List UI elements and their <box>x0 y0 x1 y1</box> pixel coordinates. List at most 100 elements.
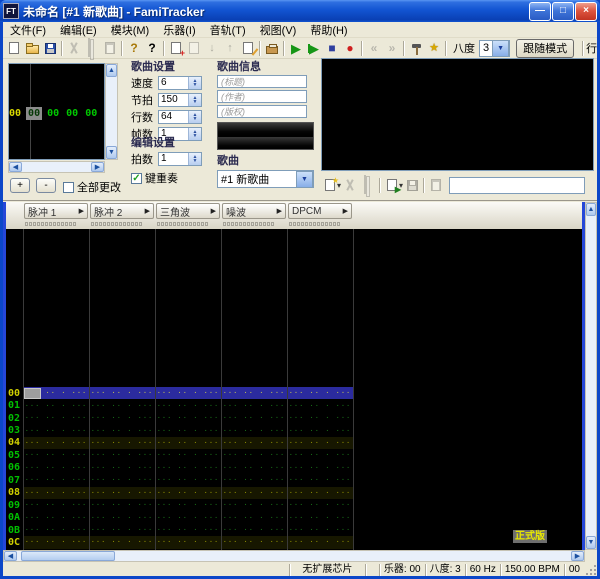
pattern-cell[interactable]: ··· ·· · ··· <box>155 536 221 548</box>
paste-icon[interactable] <box>101 40 119 57</box>
pattern-row[interactable]: 0B··· ·· · ······ ·· · ······ ·· · ·····… <box>6 524 582 536</box>
pattern-cell[interactable]: ··· ·· · ··· <box>221 399 287 411</box>
pattern-cell[interactable]: ··· ·· · ··· <box>89 536 155 548</box>
cut-icon[interactable] <box>65 40 83 57</box>
pattern-row[interactable]: 03··· ·· · ······ ·· · ······ ·· · ·····… <box>6 424 582 436</box>
pattern-cell[interactable]: ··· ·· · ··· <box>221 487 287 499</box>
scroll-left-icon[interactable]: ◀ <box>9 162 22 172</box>
pattern-cell[interactable]: ··· ·· · ··· <box>23 474 89 486</box>
scroll-up-icon[interactable]: ▲ <box>586 203 596 216</box>
pattern-cell[interactable]: ··· ·· · ··· <box>155 399 221 411</box>
pattern-row[interactable]: 09··· ·· · ······ ·· · ······ ·· · ·····… <box>6 499 582 511</box>
menu-item[interactable]: 帮助(H) <box>303 22 354 38</box>
scroll-left-icon[interactable]: ◀ <box>4 551 17 561</box>
pattern-cell[interactable]: ··· ·· · ··· <box>23 511 89 523</box>
channel-button[interactable]: DPCM▶ <box>288 203 352 219</box>
instrument-list[interactable] <box>321 58 594 171</box>
pattern-cell[interactable]: ··· ·· · ··· <box>155 474 221 486</box>
pattern-cell[interactable]: ··· ·· · ··· <box>89 499 155 511</box>
pattern-row[interactable]: 0A··· ·· · ······ ·· · ······ ·· · ·····… <box>6 511 582 523</box>
frame-pattern-cell[interactable]: 00 <box>26 107 42 120</box>
create-nsf-icon[interactable]: ★ <box>425 40 443 57</box>
pattern-cell[interactable]: ··· ·· · ··· <box>287 387 353 399</box>
frame-remove-button[interactable]: - <box>36 178 56 193</box>
pattern-cell[interactable]: ··· ·· · ··· <box>221 462 287 474</box>
pattern-cell[interactable]: ··· ·· · ··· <box>287 511 353 523</box>
frame-add-button[interactable]: + <box>10 178 30 193</box>
title-bar[interactable]: FT 未命名 [#1 新歌曲] - FamiTracker — □ × <box>0 0 600 22</box>
pattern-cell[interactable]: ··· ·· · ··· <box>221 511 287 523</box>
pattern-cell[interactable]: ··· ·· · ··· <box>89 449 155 461</box>
channel-button[interactable]: 三角波▶ <box>156 203 220 219</box>
octave-combobox[interactable]: 3 ▼ <box>479 40 510 57</box>
configuration-icon[interactable] <box>407 40 425 57</box>
instrument-name-input[interactable] <box>449 177 585 194</box>
pattern-vertical-scrollbar[interactable]: ▲ ▼ <box>585 202 597 550</box>
pattern-cell[interactable]: ··· ·· · ··· <box>287 412 353 424</box>
frame-remove-icon[interactable] <box>185 40 203 57</box>
pattern-cell[interactable]: ··· ·· · ··· <box>23 424 89 436</box>
frame-edit-icon[interactable] <box>239 40 257 57</box>
pattern-row[interactable]: 0C··· ·· · ······ ·· · ······ ·· · ·····… <box>6 536 582 548</box>
frame-row[interactable]: 00 0000000000 <box>9 106 104 120</box>
song-info-input[interactable]: (版权) <box>217 105 307 118</box>
frame-pattern-cell[interactable]: 00 <box>64 107 80 120</box>
close-button[interactable]: × <box>575 2 597 21</box>
song-info-input[interactable]: (标题) <box>217 75 307 88</box>
open-file-icon[interactable] <box>23 40 41 57</box>
channel-header[interactable]: 脉冲 2▶ <box>89 203 155 228</box>
menu-item[interactable]: 音轨(T) <box>203 22 253 38</box>
key-repeat-option[interactable]: ✓ 键重奏 <box>131 170 215 186</box>
pattern-cell[interactable]: ··· ·· · ··· <box>89 437 155 449</box>
frame-pattern-cell[interactable]: 00 <box>45 107 61 120</box>
menu-item[interactable]: 乐器(I) <box>156 22 202 38</box>
pattern-row[interactable]: 06··· ·· · ······ ·· · ······ ·· · ·····… <box>6 462 582 474</box>
scroll-up-icon[interactable]: ▲ <box>106 64 117 77</box>
frame-horizontal-scrollbar[interactable]: ◀ ▶ <box>8 161 105 173</box>
pattern-cell[interactable]: ··· ·· · ··· <box>287 536 353 548</box>
pattern-cell[interactable]: ··· ·· · ··· <box>23 399 89 411</box>
frame-pattern-cell[interactable]: 00 <box>83 107 99 120</box>
pattern-cell[interactable]: ··· ·· · ··· <box>287 462 353 474</box>
pattern-cell[interactable]: ··· ·· · ··· <box>23 462 89 474</box>
pattern-row[interactable]: 05··· ·· · ······ ·· · ······ ·· · ·····… <box>6 449 582 461</box>
change-all-checkbox[interactable] <box>63 182 74 193</box>
context-help-icon[interactable]: ? <box>143 40 161 57</box>
scroll-down-icon[interactable]: ▼ <box>106 146 117 159</box>
pattern-cell[interactable]: ··· ·· · ··· <box>155 487 221 499</box>
channel-effect-expand-icon[interactable]: ▶ <box>277 207 282 215</box>
change-all-option[interactable]: 全部更改 <box>63 179 121 195</box>
stop-icon[interactable]: ■ <box>323 40 341 57</box>
instrument-new-icon[interactable]: ★ <box>321 177 339 194</box>
play-icon[interactable]: ▶ <box>287 40 305 57</box>
step-spinner[interactable]: 1 ▲▼ <box>158 152 202 166</box>
pattern-cell[interactable]: ··· ·· · ··· <box>155 462 221 474</box>
pattern-cell[interactable]: ··· ·· · ··· <box>155 424 221 436</box>
pattern-cell[interactable]: ··· ·· · ··· <box>23 449 89 461</box>
menu-item[interactable]: 模块(M) <box>104 22 157 38</box>
pattern-cell[interactable]: ··· ·· · ··· <box>155 449 221 461</box>
frame-editor[interactable]: 00 0000000000 <box>8 63 105 160</box>
scroll-right-icon[interactable]: ▶ <box>91 162 104 172</box>
chevron-down-icon[interactable]: ▼ <box>492 40 509 57</box>
pattern-cell[interactable]: ··· ·· · ··· <box>155 524 221 536</box>
pattern-cell[interactable]: ··· ·· · ··· <box>287 487 353 499</box>
spinner-arrows-icon[interactable]: ▲▼ <box>188 94 201 106</box>
channel-button[interactable]: 噪波▶ <box>222 203 286 219</box>
pattern-cell[interactable]: ··· ·· · ··· <box>155 387 221 399</box>
channel-effect-expand-icon[interactable]: ▶ <box>79 207 84 215</box>
pattern-cell[interactable]: ··· ·· · ··· <box>287 524 353 536</box>
maximize-button[interactable]: □ <box>552 2 574 21</box>
pattern-cell[interactable]: ··· ·· · ··· <box>89 424 155 436</box>
pattern-row[interactable]: 01··· ·· · ······ ·· · ······ ·· · ·····… <box>6 399 582 411</box>
song-info-input[interactable]: (作者) <box>217 90 307 103</box>
pattern-cell[interactable]: ··· ·· · ··· <box>221 449 287 461</box>
pattern-cell[interactable]: ··· ·· · ··· <box>287 499 353 511</box>
pattern-cell[interactable]: ··· ·· · ··· <box>221 499 287 511</box>
setting-spinner[interactable]: 64▲▼ <box>158 110 202 124</box>
pattern-cell[interactable]: ··· ·· · ··· <box>23 487 89 499</box>
pattern-cell[interactable]: ··· ·· · ··· <box>23 412 89 424</box>
pattern-grid[interactable]: 00··· ·· · ······ ·· · ······ ·· · ·····… <box>6 229 582 550</box>
pattern-cell[interactable]: ··· ·· · ··· <box>221 412 287 424</box>
save-file-icon[interactable] <box>41 40 59 57</box>
